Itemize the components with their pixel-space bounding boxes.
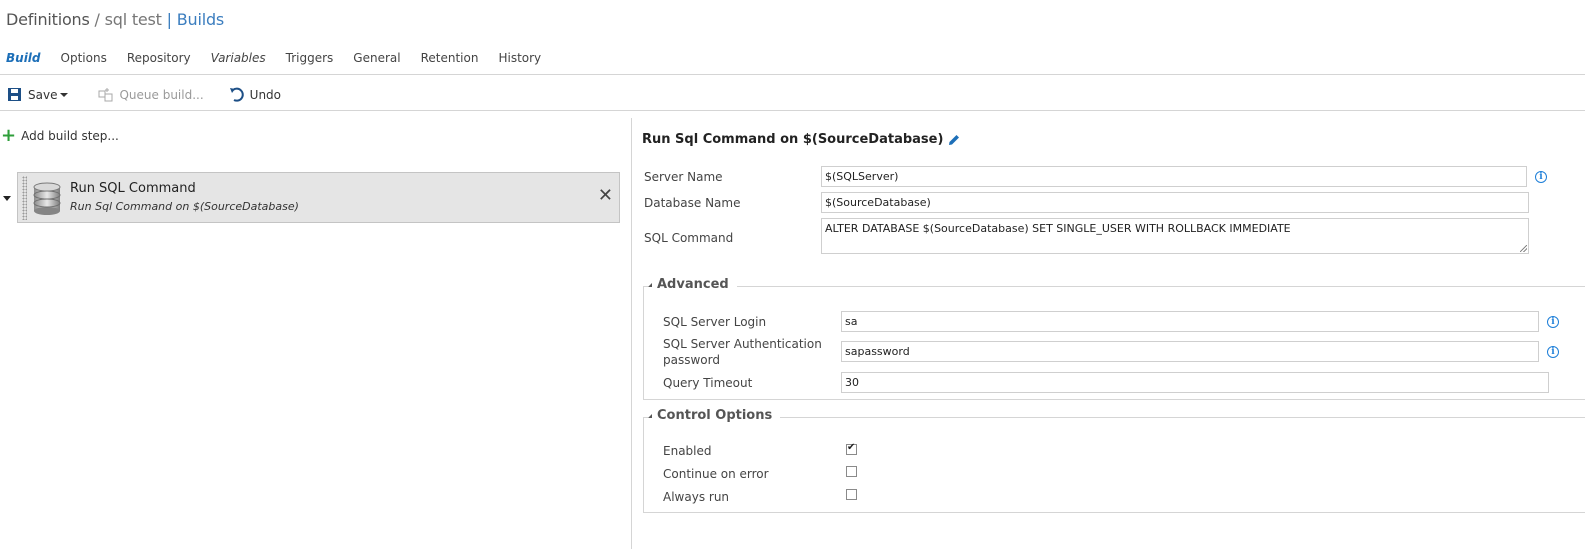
undo-label: Undo: [249, 88, 282, 102]
query-timeout-input[interactable]: 30: [841, 372, 1549, 393]
collapse-triangle-icon: [648, 413, 652, 418]
enabled-label: Enabled: [663, 444, 712, 458]
toolbar-divider: [0, 110, 1585, 111]
sql-command-label: SQL Command: [644, 231, 734, 245]
add-build-step-link[interactable]: + Add build step...: [1, 125, 119, 146]
tab-repository[interactable]: Repository: [127, 50, 191, 74]
server-name-input[interactable]: $(SQLServer): [821, 166, 1527, 187]
definition-tabs: Build Options Repository Variables Trigg…: [0, 50, 555, 74]
build-step-item[interactable]: Run SQL Command Run Sql Command on $(Sou…: [17, 172, 620, 223]
queue-build-icon: [98, 88, 113, 102]
tab-build[interactable]: Build: [6, 50, 41, 74]
tab-triggers[interactable]: Triggers: [286, 50, 334, 74]
pane-splitter[interactable]: [631, 118, 632, 549]
collapse-triangle-icon: [648, 282, 652, 287]
server-name-label: Server Name: [644, 170, 723, 184]
toolbar: Save Queue build... Undo: [0, 84, 281, 106]
sql-command-text: ALTER DATABASE $(SourceDatabase) SET SIN…: [825, 222, 1291, 235]
tab-variables[interactable]: Variables: [211, 50, 266, 74]
sql-password-input[interactable]: sapassword: [841, 341, 1539, 362]
control-options-heading: Control Options: [657, 408, 773, 423]
undo-button[interactable]: Undo: [229, 87, 281, 103]
enabled-checkbox[interactable]: [846, 442, 857, 455]
undo-icon: [229, 87, 244, 102]
build-step-title: Run SQL Command: [70, 181, 196, 196]
tab-history[interactable]: History: [498, 50, 541, 74]
breadcrumb-separator: /: [94, 10, 100, 29]
database-icon: [33, 182, 61, 215]
database-name-label: Database Name: [644, 196, 741, 210]
advanced-heading: Advanced: [657, 277, 729, 292]
continue-on-error-label: Continue on error: [663, 467, 769, 481]
remove-step-close-icon[interactable]: ✕: [598, 187, 613, 205]
always-run-label: Always run: [663, 490, 730, 504]
server-name-info-icon[interactable]: i: [1535, 171, 1547, 183]
tab-options[interactable]: Options: [61, 50, 107, 74]
sql-command-textarea[interactable]: ALTER DATABASE $(SourceDatabase) SET SIN…: [821, 218, 1529, 254]
build-step-subtitle: Run Sql Command on $(SourceDatabase): [70, 200, 299, 213]
add-build-step-label: Add build step...: [21, 129, 119, 143]
expand-caret-icon[interactable]: [3, 196, 11, 201]
step-details-title-text: Run Sql Command on $(SourceDatabase): [642, 132, 944, 147]
continue-on-error-checkbox[interactable]: [846, 466, 857, 477]
sql-password-label-line2: password: [663, 353, 720, 367]
save-button[interactable]: Save: [7, 87, 69, 103]
breadcrumb-definitions[interactable]: Definitions: [6, 10, 90, 29]
step-details-title: Run Sql Command on $(SourceDatabase): [642, 132, 961, 147]
save-label: Save: [28, 88, 58, 102]
tab-general[interactable]: General: [353, 50, 400, 74]
sql-password-label-line1: SQL Server Authentication: [663, 337, 822, 351]
plus-icon: +: [1, 125, 17, 146]
tabs-divider: [0, 74, 1585, 75]
sql-login-info-icon[interactable]: i: [1547, 316, 1559, 328]
sql-login-input[interactable]: sa: [841, 311, 1539, 332]
drag-handle[interactable]: [22, 176, 27, 220]
breadcrumb-pipe: |: [166, 10, 172, 29]
always-run-checkbox[interactable]: [846, 489, 857, 500]
resize-handle-icon[interactable]: [1520, 245, 1527, 252]
queue-build-label: Queue build...: [119, 88, 204, 102]
chevron-down-icon: [60, 93, 69, 97]
queue-build-button[interactable]: Queue build...: [98, 87, 204, 103]
control-options-section: [643, 417, 1585, 513]
database-name-input[interactable]: $(SourceDatabase): [821, 192, 1529, 213]
page-title: Definitions / sql test | Builds: [6, 10, 224, 29]
advanced-section-header[interactable]: Advanced: [648, 277, 737, 292]
breadcrumb-definition-name: sql test: [104, 10, 162, 29]
tab-retention[interactable]: Retention: [421, 50, 479, 74]
query-timeout-label: Query Timeout: [663, 376, 753, 390]
sql-login-label: SQL Server Login: [663, 315, 767, 329]
builds-link[interactable]: Builds: [177, 10, 225, 29]
sql-password-info-icon[interactable]: i: [1547, 346, 1559, 358]
save-icon: [8, 88, 21, 101]
pencil-edit-icon[interactable]: [947, 133, 961, 147]
control-options-section-header[interactable]: Control Options: [648, 408, 781, 423]
